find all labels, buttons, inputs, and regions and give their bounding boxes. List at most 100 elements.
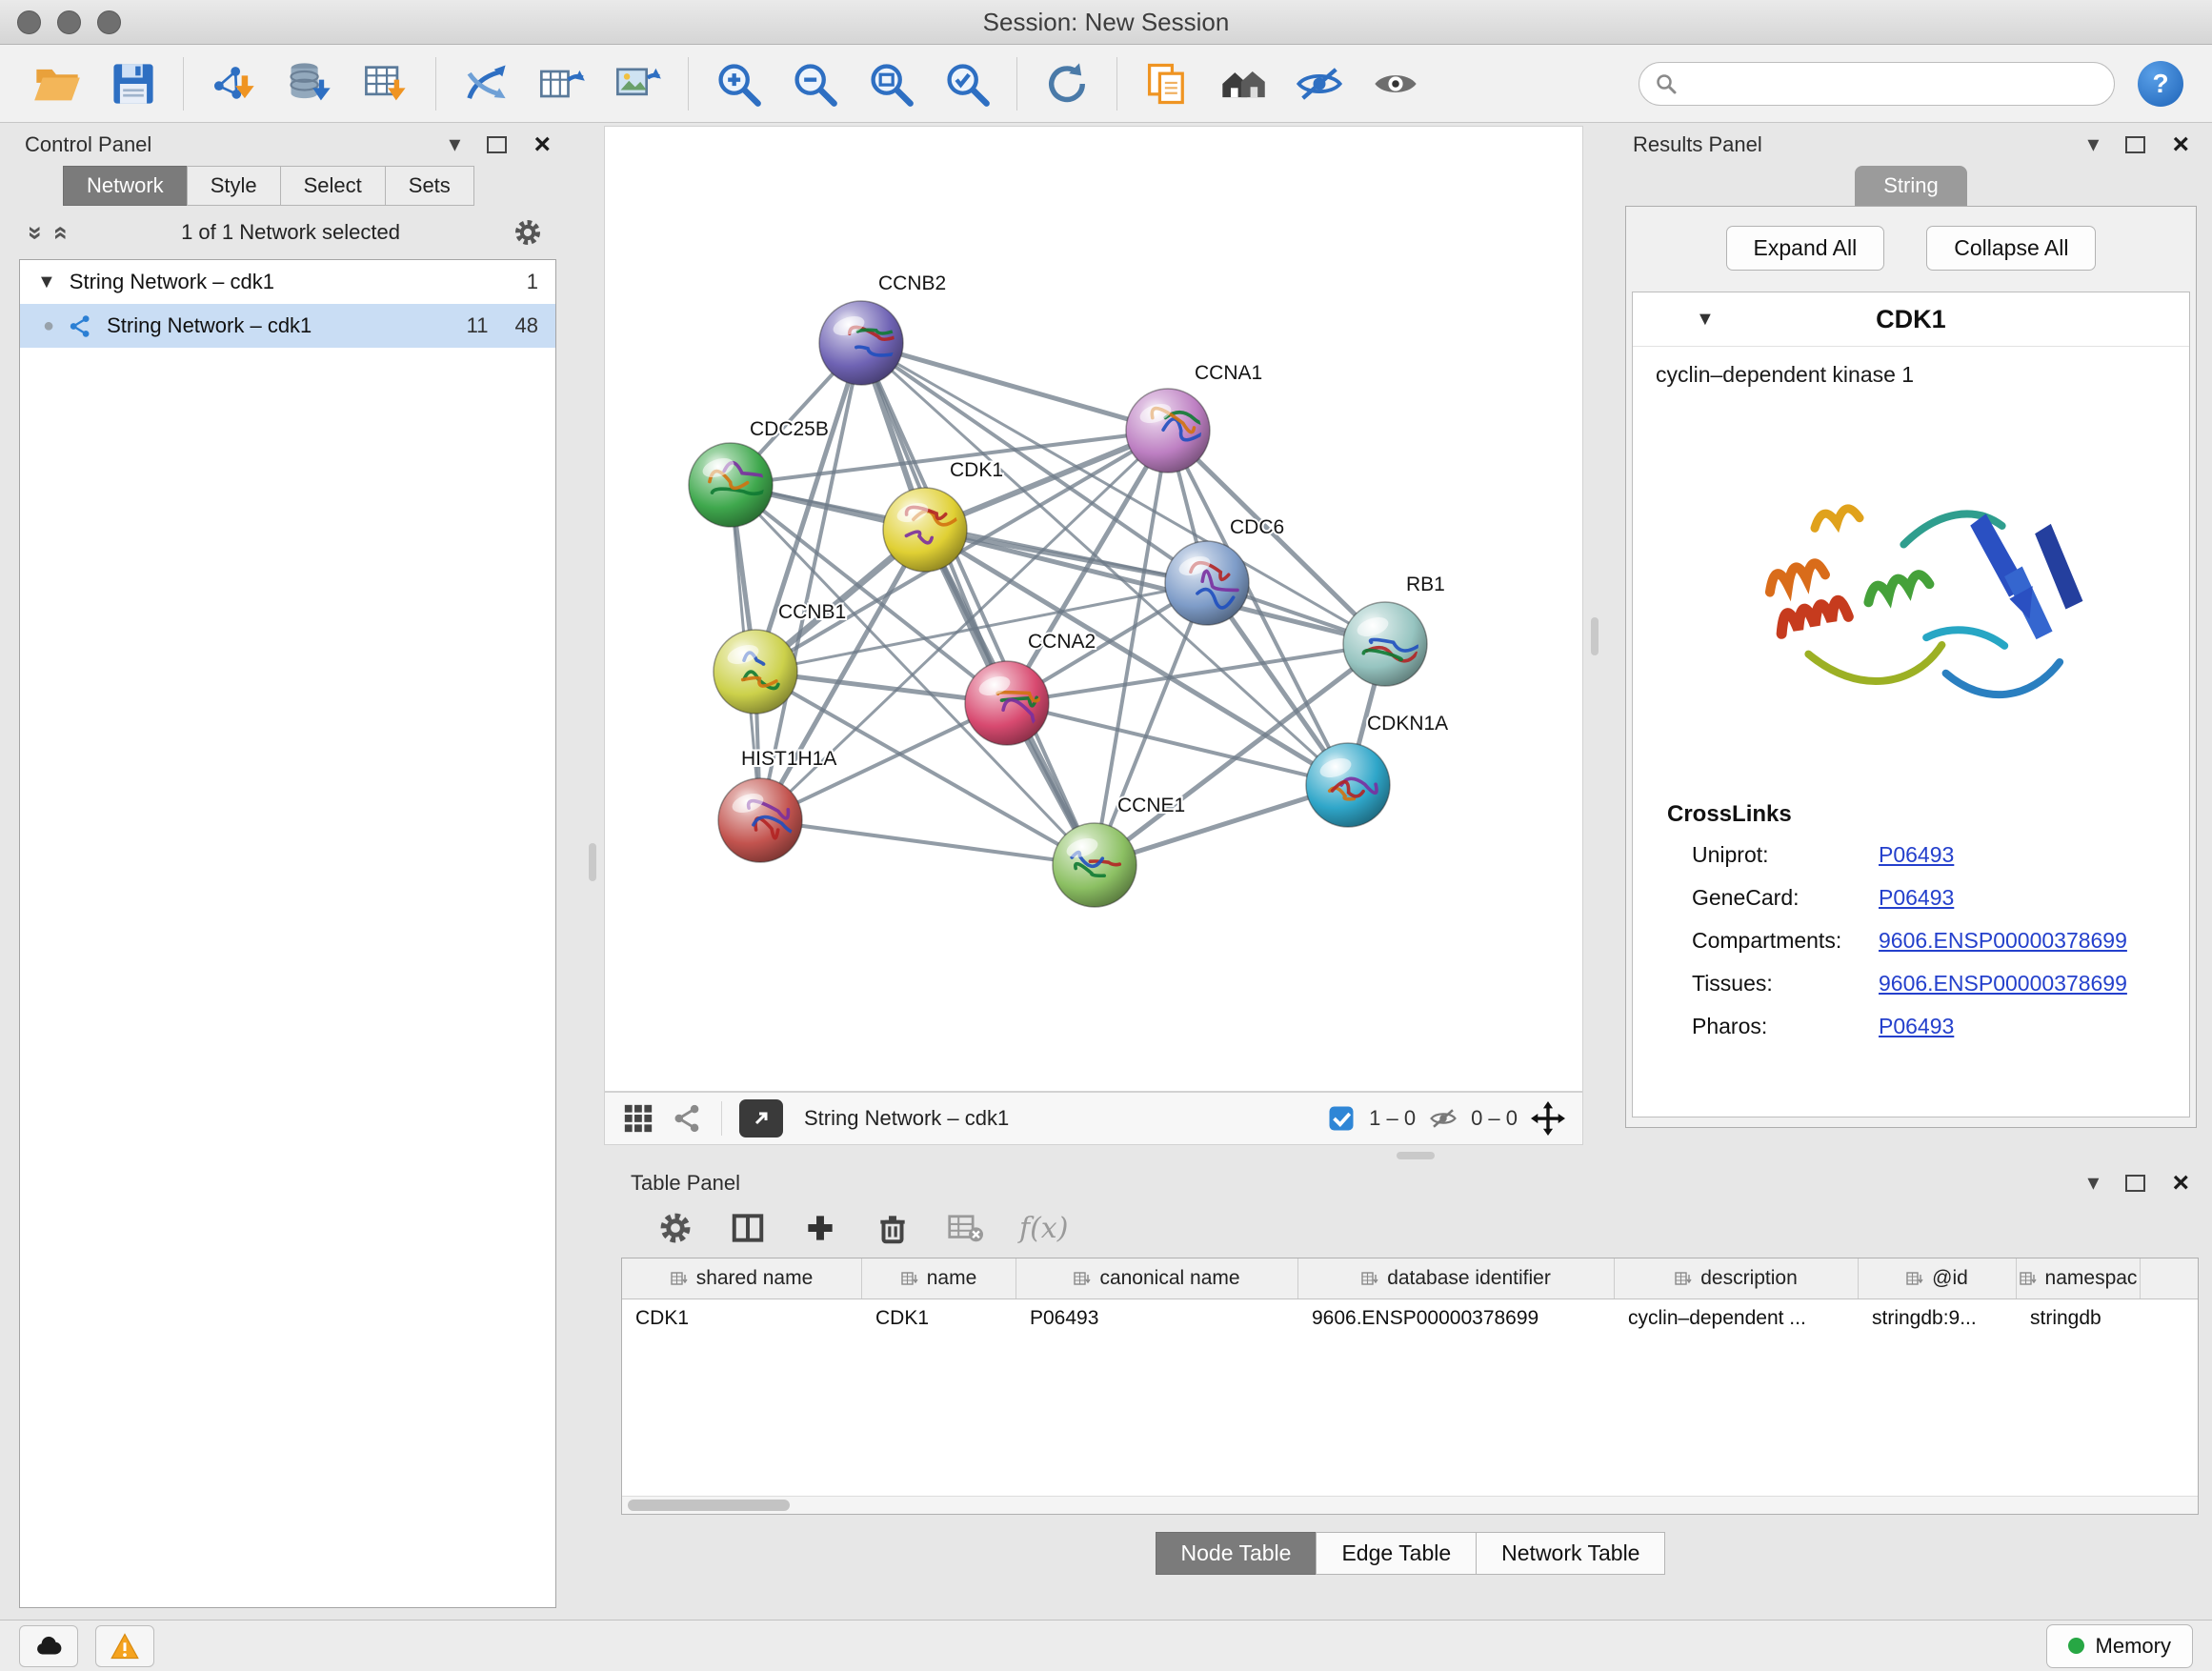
column-header--id[interactable]: @id — [1859, 1258, 2017, 1299]
table-cell[interactable]: stringdb — [2017, 1299, 2141, 1338]
close-window-button[interactable] — [17, 10, 41, 34]
network-collection-row[interactable]: ▼ String Network – cdk1 1 — [20, 260, 555, 304]
show-columns-icon[interactable] — [730, 1210, 766, 1246]
delete-column-trash-icon[interactable] — [875, 1210, 911, 1246]
close-panel-icon[interactable]: × — [2172, 1169, 2189, 1198]
tab-sets[interactable]: Sets — [385, 166, 474, 206]
add-column-icon[interactable] — [802, 1210, 838, 1246]
network-node-CCNB2[interactable]: CCNB2 — [819, 272, 946, 385]
crosslink-value-link[interactable]: P06493 — [1879, 842, 1954, 868]
show-all-eye-icon[interactable] — [1369, 57, 1422, 111]
tab-network[interactable]: Network — [63, 166, 188, 206]
collapse-triangle-icon[interactable]: ▼ — [1696, 309, 1715, 331]
network-node-CDC6[interactable]: CDC6 — [1165, 516, 1284, 625]
table-cell[interactable]: CDK1 — [862, 1299, 1016, 1338]
panel-menu-icon[interactable]: ▾ — [2087, 1172, 2099, 1195]
tab-select[interactable]: Select — [280, 166, 386, 206]
function-builder-icon[interactable]: f(x) — [1019, 1212, 1068, 1245]
search-input[interactable] — [1687, 70, 2099, 97]
minimize-window-button[interactable] — [57, 10, 81, 34]
share-network-icon[interactable] — [672, 1102, 704, 1135]
hide-selected-eye-icon[interactable] — [1293, 57, 1346, 111]
open-session-icon[interactable] — [30, 57, 84, 111]
cloud-status-button[interactable] — [19, 1625, 78, 1667]
collapse-all-button[interactable]: Collapse All — [1926, 226, 2096, 271]
network-edge-CCNB2-CCNA1[interactable] — [861, 343, 1168, 431]
open-in-new-window-button[interactable] — [739, 1099, 783, 1137]
network-node-CCNA1[interactable]: CCNA1 — [1126, 362, 1262, 473]
scrollbar-thumb[interactable] — [628, 1500, 790, 1511]
network-row[interactable]: ● String Network – cdk1 11 48 — [20, 304, 555, 348]
column-header-name[interactable]: name — [862, 1258, 1016, 1299]
import-table-file-icon[interactable] — [359, 57, 412, 111]
table-cell[interactable]: 9606.ENSP00000378699 — [1298, 1299, 1615, 1338]
search-box[interactable] — [1639, 62, 2115, 106]
panel-menu-icon[interactable]: ▾ — [449, 133, 460, 156]
pan-crosshair-icon[interactable] — [1531, 1101, 1565, 1136]
network-options-gear-icon[interactable] — [513, 217, 543, 248]
import-network-database-icon[interactable] — [283, 57, 336, 111]
memory-button[interactable]: Memory — [2046, 1624, 2193, 1668]
network-edge-CCNB2-CCNE1[interactable] — [861, 343, 1095, 865]
network-node-CDKN1A[interactable]: CDKN1A — [1306, 713, 1448, 827]
table-cell[interactable]: CDK1 — [622, 1299, 862, 1338]
network-canvas[interactable]: CCNB2CCNA1CDC25BCDK1CDC6RB1CCNB1CCNA2CDK… — [604, 126, 1583, 1092]
network-from-selection-icon[interactable] — [459, 57, 513, 111]
export-image-icon[interactable] — [612, 57, 665, 111]
protein-card-header[interactable]: ▼ CDK1 — [1633, 292, 2189, 347]
zoom-selected-icon[interactable] — [940, 57, 994, 111]
close-panel-icon[interactable]: × — [2172, 131, 2189, 159]
hidden-eye-icon[interactable] — [1429, 1104, 1458, 1133]
network-node-CDK1[interactable]: CDK1 — [883, 459, 1003, 572]
tab-string[interactable]: String — [1855, 166, 1966, 206]
maximize-window-button[interactable] — [97, 10, 121, 34]
horizontal-scrollbar[interactable] — [622, 1496, 2198, 1514]
save-session-icon[interactable] — [107, 57, 160, 111]
tab-node-table[interactable]: Node Table — [1156, 1532, 1317, 1575]
table-row[interactable]: CDK1CDK1P064939606.ENSP00000378699cyclin… — [622, 1299, 2198, 1338]
column-header-shared-name[interactable]: shared name — [622, 1258, 862, 1299]
network-edge-HIST1H1A-CCNE1[interactable] — [760, 820, 1095, 865]
crosslink-value-link[interactable]: 9606.ENSP00000378699 — [1879, 971, 2127, 997]
import-network-file-icon[interactable] — [207, 57, 260, 111]
column-header-database-identifier[interactable]: database identifier — [1298, 1258, 1615, 1299]
duplicate-page-icon[interactable] — [1140, 57, 1194, 111]
network-graph[interactable]: CCNB2CCNA1CDC25BCDK1CDC6RB1CCNB1CCNA2CDK… — [605, 127, 1582, 1091]
crosslink-value-link[interactable]: P06493 — [1879, 1014, 1954, 1039]
column-header-description[interactable]: description — [1615, 1258, 1859, 1299]
birdseye-grid-icon[interactable] — [622, 1102, 654, 1135]
right-splitter-handle[interactable] — [1591, 617, 1599, 655]
float-panel-icon[interactable] — [2125, 1175, 2145, 1192]
close-panel-icon[interactable]: × — [533, 131, 551, 159]
float-panel-icon[interactable] — [2125, 136, 2145, 153]
expand-all-icon[interactable]: « — [49, 225, 74, 239]
crosslink-value-link[interactable]: P06493 — [1879, 885, 1954, 911]
zoom-out-icon[interactable] — [788, 57, 841, 111]
bottom-splitter-handle[interactable] — [1397, 1152, 1435, 1159]
column-header-namespac[interactable]: namespac — [2017, 1258, 2141, 1299]
collapse-all-icon[interactable]: » — [23, 225, 49, 239]
crosslink-value-link[interactable]: 9606.ENSP00000378699 — [1879, 928, 2127, 954]
table-cell[interactable]: cyclin–dependent ... — [1615, 1299, 1859, 1338]
selected-checkbox-icon[interactable] — [1327, 1104, 1356, 1133]
zoom-in-icon[interactable] — [712, 57, 765, 111]
tab-edge-table[interactable]: Edge Table — [1316, 1532, 1477, 1575]
expand-all-button[interactable]: Expand All — [1726, 226, 1885, 271]
warnings-button[interactable] — [95, 1625, 154, 1667]
export-table-icon[interactable] — [535, 57, 589, 111]
network-node-RB1[interactable]: RB1 — [1343, 574, 1445, 686]
float-panel-icon[interactable] — [487, 136, 507, 153]
table-cell[interactable]: stringdb:9... — [1859, 1299, 2017, 1338]
refresh-view-icon[interactable] — [1040, 57, 1094, 111]
tab-network-table[interactable]: Network Table — [1476, 1532, 1665, 1575]
table-options-gear-icon[interactable] — [657, 1210, 694, 1246]
left-splitter-handle[interactable] — [589, 843, 596, 881]
collapse-triangle-icon[interactable]: ▼ — [37, 272, 56, 293]
home-icon[interactable] — [1217, 57, 1270, 111]
zoom-fit-icon[interactable] — [864, 57, 917, 111]
delete-table-icon[interactable] — [947, 1210, 983, 1246]
help-button[interactable]: ? — [2138, 61, 2183, 107]
tab-style[interactable]: Style — [187, 166, 281, 206]
table-cell[interactable]: P06493 — [1016, 1299, 1298, 1338]
column-header-canonical-name[interactable]: canonical name — [1016, 1258, 1298, 1299]
